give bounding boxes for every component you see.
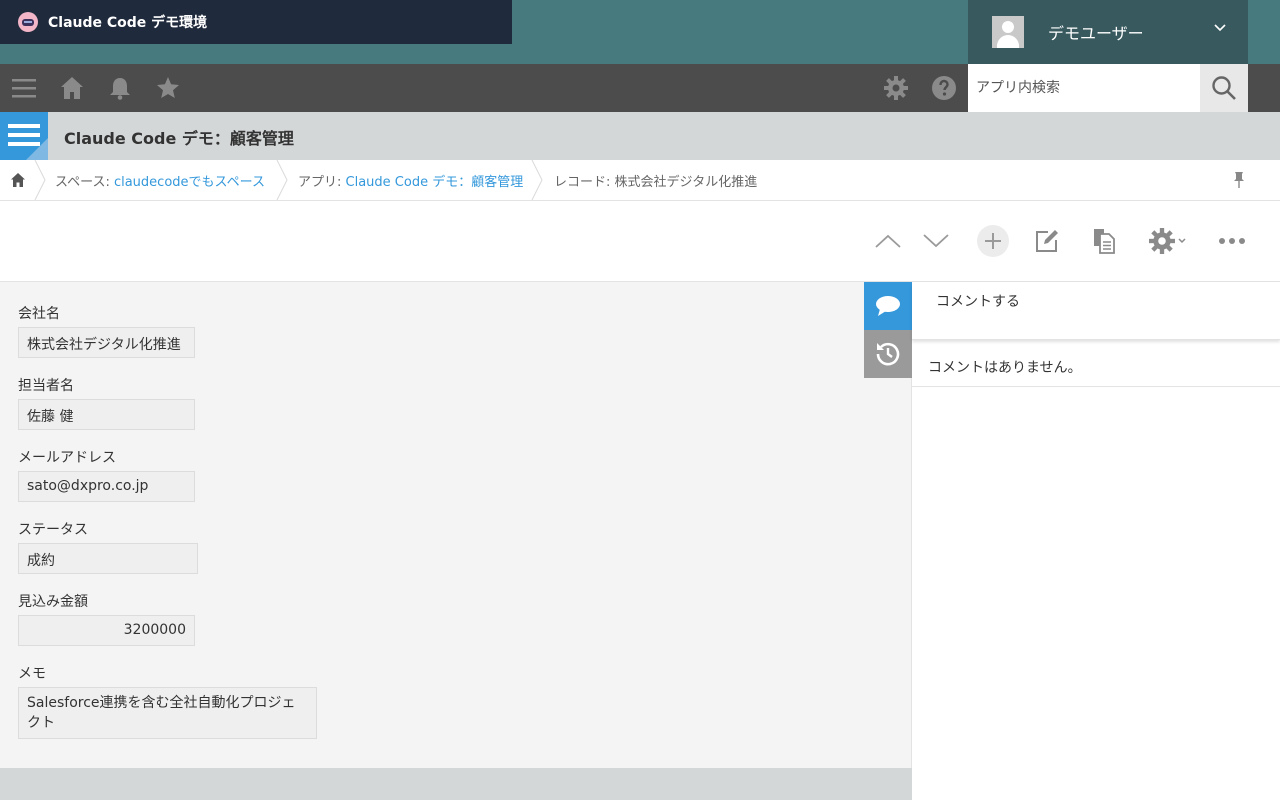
record-settings-button[interactable] [1144, 224, 1192, 258]
copy-icon [1094, 229, 1115, 254]
breadcrumb-record: レコード: 株式会社デジタル化推進 [554, 175, 758, 190]
chevron-down-icon [1214, 24, 1226, 32]
breadcrumb-space: スペース: claudecodeでもスペース [55, 171, 265, 190]
app-icon-fold [26, 138, 48, 160]
help-icon[interactable] [932, 76, 956, 100]
breadcrumb-app-prefix: アプリ: [298, 175, 346, 190]
next-record-button[interactable] [920, 224, 952, 258]
settings-gear-icon [1149, 228, 1175, 254]
app-icon-line [8, 124, 40, 128]
search-input[interactable] [968, 64, 1200, 112]
breadcrumb-home-icon[interactable] [10, 172, 26, 188]
brand-title: Claude Code デモ環境 [48, 15, 208, 31]
field-value-contact: 佐藤 健 [18, 399, 195, 430]
menu-icon[interactable] [12, 76, 36, 100]
user-menu[interactable]: デモユーザー [968, 0, 1248, 64]
breadcrumb-app: アプリ: Claude Code デモ：顧客管理 [298, 171, 523, 190]
app-title: Claude Code デモ：顧客管理 [64, 129, 294, 148]
duplicate-record-button[interactable] [1088, 224, 1120, 258]
field-label-email: メールアドレス [18, 450, 116, 466]
field-value-status: 成約 [18, 543, 198, 574]
app-list-icon[interactable] [0, 112, 48, 160]
brand[interactable]: Claude Code デモ環境 [0, 0, 512, 44]
breadcrumb-separator [531, 160, 543, 200]
field-value-memo: Salesforce連携を含む全社自動化プロジェクト [18, 687, 317, 739]
field-value-amount: 3200000 [18, 615, 195, 646]
field-value-email: sato@dxpro.co.jp [18, 471, 195, 502]
comment-icon [876, 296, 900, 316]
brand-logo-icon [18, 12, 38, 32]
field-label-status: ステータス [18, 522, 88, 538]
comment-list: コメントはありません。 [912, 341, 1280, 387]
previous-record-button[interactable] [872, 224, 904, 258]
breadcrumb-space-prefix: スペース: [55, 175, 114, 190]
settings-gear-icon[interactable] [884, 76, 908, 100]
history-tab[interactable] [864, 330, 912, 378]
field-value-company: 株式会社デジタル化推進 [18, 327, 195, 358]
no-comments-text: コメントはありません。 [928, 360, 1082, 376]
more-options-button[interactable] [1216, 224, 1248, 258]
favorite-star-icon[interactable] [156, 76, 180, 100]
comment-input[interactable]: コメントする [912, 282, 1280, 340]
chevron-down-icon [923, 234, 949, 248]
breadcrumb-app-link[interactable]: Claude Code デモ：顧客管理 [346, 175, 524, 190]
field-label-memo: メモ [18, 666, 46, 682]
edit-record-button[interactable] [1031, 224, 1063, 258]
breadcrumb-separator [276, 160, 288, 200]
comment-placeholder: コメントする [936, 294, 1020, 310]
history-icon [876, 342, 900, 366]
field-label-amount: 見込み金額 [18, 594, 88, 610]
home-icon[interactable] [60, 76, 84, 100]
chevron-down-icon [1178, 238, 1186, 244]
edit-icon [1036, 230, 1058, 252]
avatar [992, 16, 1024, 48]
app-icon-line [8, 133, 40, 137]
plus-icon [977, 225, 1009, 257]
comments-tab[interactable] [864, 282, 912, 330]
chevron-up-icon [875, 234, 901, 248]
breadcrumb-separator [34, 160, 46, 200]
field-label-contact: 担当者名 [18, 378, 74, 394]
breadcrumb-space-link[interactable]: claudecodeでもスペース [114, 175, 265, 190]
more-icon [1219, 238, 1245, 244]
user-name: デモユーザー [1048, 24, 1144, 43]
notification-bell-icon[interactable] [108, 76, 132, 100]
field-label-company: 会社名 [18, 306, 60, 322]
form-footer [0, 768, 912, 800]
add-record-button[interactable] [977, 224, 1009, 258]
search-button[interactable] [1200, 64, 1248, 112]
pin-icon[interactable] [1232, 171, 1246, 189]
search-icon [1212, 76, 1236, 100]
